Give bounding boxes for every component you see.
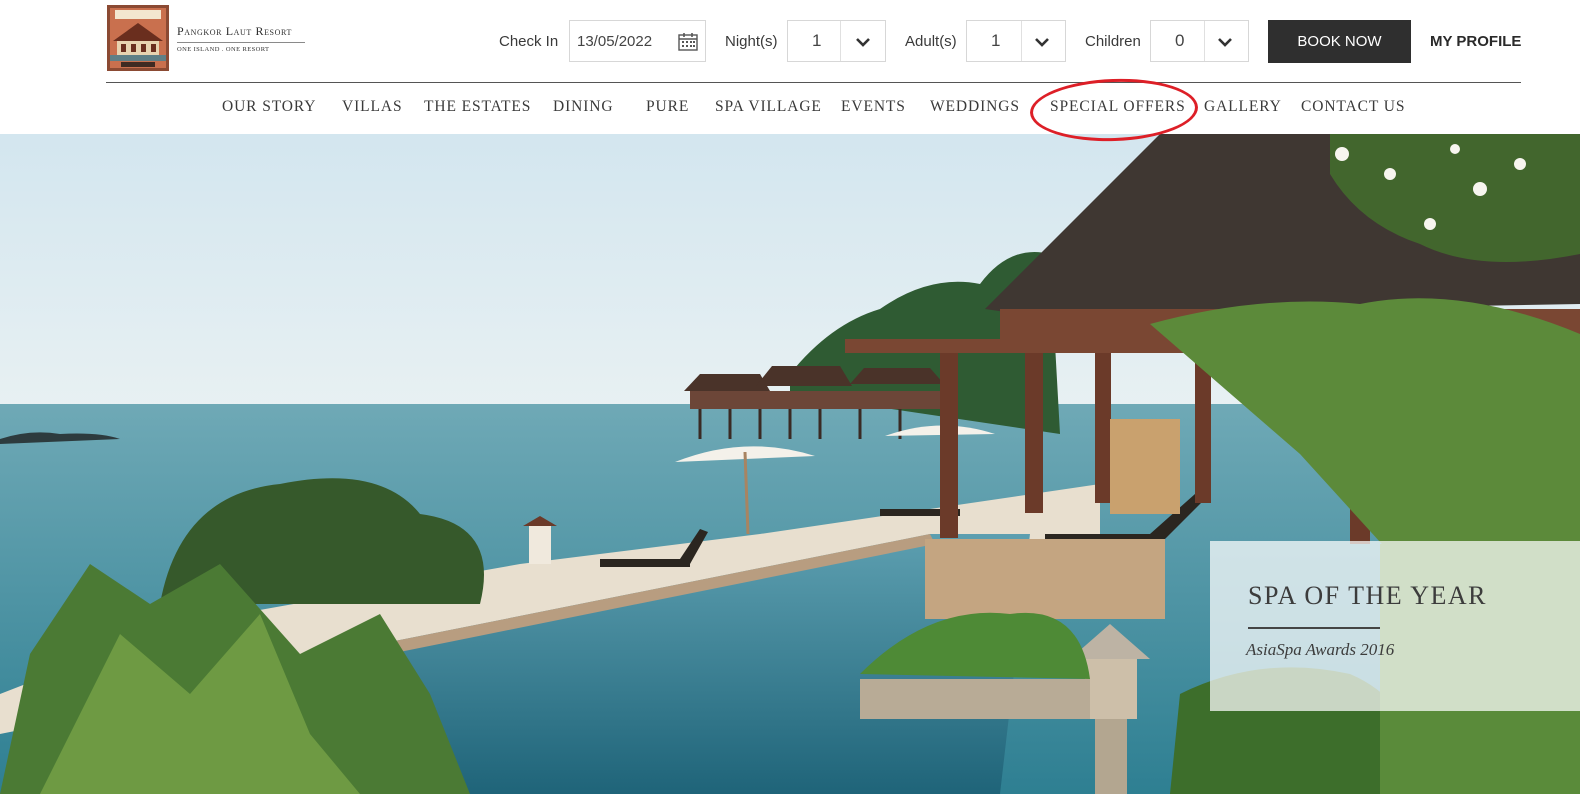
site-header: Pangkor Laut Resort ONE ISLAND . ONE RES… — [0, 0, 1580, 134]
award-subtitle: AsiaSpa Awards 2016 — [1246, 640, 1395, 659]
nav-spa-village[interactable]: SPA VILLAGE — [715, 98, 822, 116]
nav-our-story[interactable]: OUR STORY — [222, 98, 316, 116]
nav-events[interactable]: EVENTS — [841, 98, 906, 116]
checkin-label: Check In — [499, 33, 559, 50]
nav-villas[interactable]: VILLAS — [342, 98, 403, 116]
nav-weddings[interactable]: WEDDINGS — [930, 98, 1020, 116]
nav-gallery[interactable]: GALLERY — [1204, 98, 1282, 116]
header-divider — [106, 82, 1521, 83]
adults-select[interactable]: 1 — [966, 20, 1066, 62]
chevron-down-icon[interactable] — [1217, 35, 1233, 53]
nav-dining[interactable]: DINING — [553, 98, 614, 116]
booking-bar: Check In 13/05/2022 Night(s) 1 Adult(s) … — [0, 20, 1580, 64]
award-divider — [1248, 627, 1380, 629]
nights-value: 1 — [812, 31, 822, 50]
select-divider — [1204, 21, 1205, 61]
nights-select[interactable]: 1 — [787, 20, 886, 62]
nav-contact-us[interactable]: CONTACT US — [1301, 98, 1405, 116]
select-divider — [1021, 21, 1022, 61]
award-card: SPA OF THE YEAR AsiaSpa Awards 2016 — [1210, 541, 1580, 711]
adults-label: Adult(s) — [905, 33, 957, 50]
chevron-down-icon[interactable] — [855, 35, 871, 53]
adults-value: 1 — [991, 31, 1001, 50]
children-label: Children — [1085, 33, 1141, 50]
checkin-date-value: 13/05/2022 — [577, 33, 653, 50]
select-divider — [840, 21, 841, 61]
children-value: 0 — [1175, 31, 1185, 50]
children-select[interactable]: 0 — [1150, 20, 1249, 62]
book-now-button[interactable]: BOOK NOW — [1268, 20, 1411, 63]
nav-pure[interactable]: PURE — [646, 98, 689, 116]
calendar-icon[interactable] — [678, 32, 698, 56]
award-title: SPA OF THE YEAR — [1248, 581, 1487, 610]
nights-label: Night(s) — [725, 33, 778, 50]
checkin-date-field[interactable]: 13/05/2022 — [569, 20, 706, 62]
my-profile-link[interactable]: MY PROFILE — [1430, 33, 1521, 50]
nav-the-estates[interactable]: THE ESTATES — [424, 98, 531, 116]
chevron-down-icon[interactable] — [1034, 35, 1050, 53]
